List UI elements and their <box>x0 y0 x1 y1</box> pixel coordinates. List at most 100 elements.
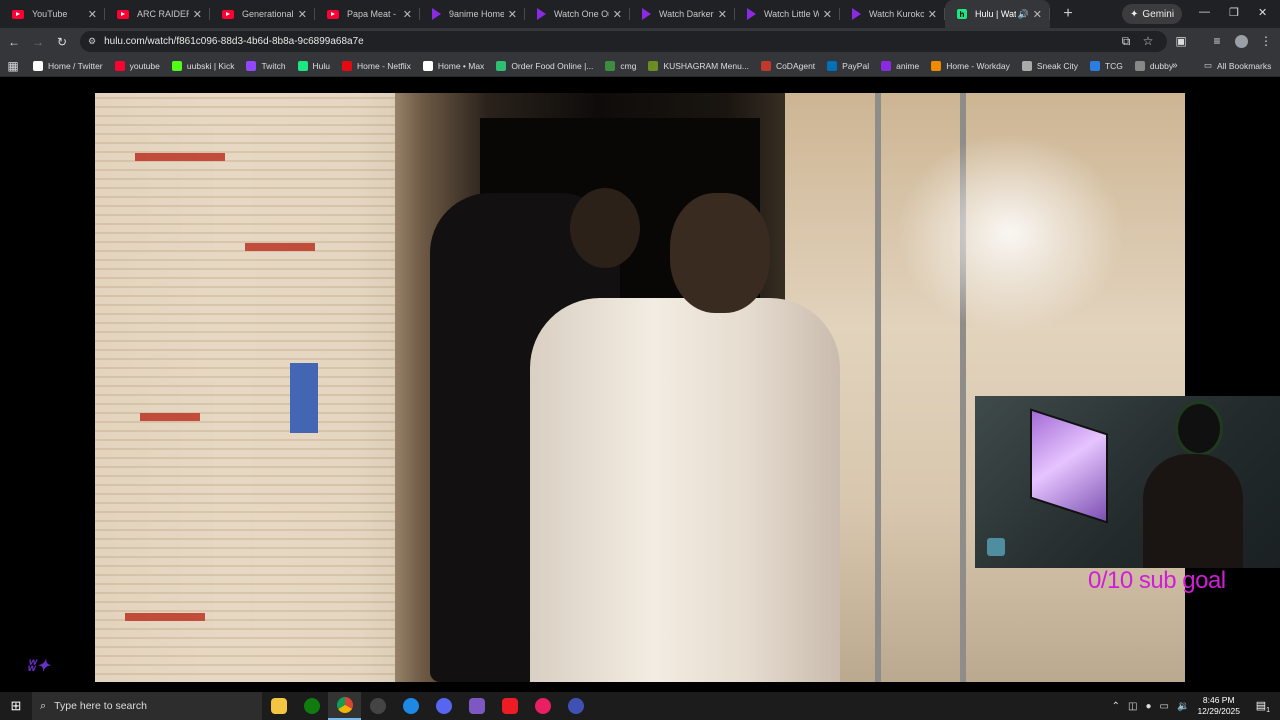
tab-4[interactable]: 9anime Homepa ✕ <box>420 0 525 28</box>
forward-icon[interactable]: → <box>26 35 50 49</box>
gemini-button[interactable]: ✦ Gemini <box>1122 4 1183 24</box>
bookmark-item[interactable]: Sneak City <box>1021 60 1078 71</box>
tab-5[interactable]: Watch One Outs ✕ <box>525 0 630 28</box>
bookmark-label: TCG <box>1104 60 1123 71</box>
bookmark-star-icon[interactable]: ☆ <box>1136 34 1160 48</box>
close-tab-icon[interactable]: ✕ <box>1033 8 1042 21</box>
restore-icon[interactable]: ❐ <box>1229 6 1239 19</box>
cast-icon[interactable]: ⧉ <box>1114 34 1138 49</box>
close-tab-icon[interactable]: ✕ <box>823 8 832 21</box>
youtube-icon <box>222 9 234 19</box>
bookmark-label: uubski | Kick <box>186 60 235 71</box>
close-tab-icon[interactable]: ✕ <box>403 8 412 21</box>
tab-0[interactable]: YouTube ✕ <box>0 0 105 28</box>
bookmark-item[interactable]: PayPal <box>827 60 869 71</box>
bookmark-label: cmg <box>620 60 637 71</box>
amd-icon[interactable] <box>493 692 526 720</box>
chevron-up-icon[interactable]: ⌃ <box>1112 701 1120 712</box>
windows-taskbar: ⊞ ⌕ Type here to search ⌃ ◫ ● ▭ 🔉 8:46 P… <box>0 692 1280 720</box>
media-player-icon[interactable] <box>526 692 559 720</box>
more-bookmarks-icon[interactable]: » <box>1172 60 1178 71</box>
bookmark-item[interactable]: TCG <box>1089 60 1123 71</box>
apps-grid-icon[interactable]: ▦ <box>1 59 25 73</box>
bookmark-item[interactable]: uubski | Kick <box>171 60 235 71</box>
tab-7[interactable]: Watch Little Wi ✕ <box>735 0 840 28</box>
app-blue-icon[interactable] <box>394 692 427 720</box>
play-icon <box>537 8 546 20</box>
media-control-icon[interactable]: ≡ <box>1205 34 1229 48</box>
app-globe-icon[interactable] <box>559 692 592 720</box>
bookmark-item[interactable]: Home - Netflix <box>342 60 411 71</box>
new-tab-button[interactable]: + <box>1056 5 1080 23</box>
tab-title: Watch Darker th <box>659 9 714 19</box>
back-icon[interactable]: ← <box>2 35 26 49</box>
close-tab-icon[interactable]: ✕ <box>928 8 937 21</box>
bookmark-item[interactable]: anime <box>881 60 919 71</box>
tab-8[interactable]: Watch Kuroko's ✕ <box>840 0 945 28</box>
taskbar-search[interactable]: ⌕ Type here to search <box>32 692 262 720</box>
site-info-icon[interactable]: ⚙ <box>88 36 96 47</box>
notifications-icon[interactable]: ▤1 <box>1256 699 1270 714</box>
close-window-icon[interactable]: ✕ <box>1258 6 1267 19</box>
clock[interactable]: 8:46 PM 12/29/2025 <box>1197 695 1240 717</box>
hulu-player[interactable] <box>0 78 1280 692</box>
bookmark-item[interactable]: dubby <box>1134 60 1173 71</box>
address-bar[interactable]: ⚙ hulu.com/watch/f861c096-88d3-4b6d-8b8a… <box>80 31 1167 52</box>
video-frame[interactable] <box>95 93 1185 682</box>
minimize-icon[interactable]: — <box>1199 6 1210 18</box>
bookmark-favicon-icon <box>1089 60 1100 71</box>
bookmark-item[interactable]: cmg <box>605 60 637 71</box>
notifications-count: 1 <box>1266 707 1270 715</box>
chrome-icon[interactable] <box>328 692 361 720</box>
bookmark-item[interactable]: Home • Max <box>422 60 484 71</box>
close-tab-icon[interactable]: ✕ <box>193 8 202 21</box>
bookmark-item[interactable]: youtube <box>114 60 160 71</box>
close-tab-icon[interactable]: ✕ <box>718 8 727 21</box>
chatgpt-icon[interactable] <box>361 692 394 720</box>
volume-icon[interactable]: 🔉 <box>1177 701 1189 712</box>
reload-icon[interactable]: ↻ <box>50 35 74 49</box>
tab-1[interactable]: ARC RAIDERS IS ✕ <box>105 0 210 28</box>
tab-9[interactable]: h Hulu | Watch🔊 ✕ <box>945 0 1050 28</box>
bookmark-favicon-icon <box>114 60 125 71</box>
side-panel-icon[interactable]: ▣ <box>1169 34 1193 48</box>
tab-title: 9anime Homepa <box>449 9 504 19</box>
bookmark-favicon-icon <box>297 60 308 71</box>
gamepad-icon[interactable] <box>460 692 493 720</box>
microphone-icon[interactable]: ● <box>1146 701 1152 712</box>
bookmark-favicon-icon <box>246 60 257 71</box>
bookmark-favicon-icon <box>827 60 838 71</box>
bookmark-item[interactable]: Hulu <box>297 60 331 71</box>
bookmark-item[interactable]: Home - Workday <box>931 60 1010 71</box>
bookmark-label: Hulu <box>312 60 331 71</box>
tab-3[interactable]: Papa Meat - Yo ✕ <box>315 0 420 28</box>
bookmark-item[interactable]: Order Food Online |... <box>496 60 593 71</box>
youtube-icon <box>327 9 339 19</box>
bookmark-favicon-icon <box>605 60 616 71</box>
bookmark-item[interactable]: Twitch <box>246 60 286 71</box>
clock-date: 12/29/2025 <box>1197 706 1240 716</box>
windows-start-icon[interactable]: ⊞ <box>0 698 32 714</box>
tab-2[interactable]: Generational Sc ✕ <box>210 0 315 28</box>
close-tab-icon[interactable]: ✕ <box>88 8 97 21</box>
profile-avatar[interactable] <box>1235 35 1248 48</box>
all-bookmarks-button[interactable]: ▭ All Bookmarks <box>1204 60 1271 71</box>
bookmark-item[interactable]: CoDAgent <box>760 60 815 71</box>
audio-playing-icon[interactable]: 🔊 <box>1018 9 1029 20</box>
streamer-logo: ʬ✦ <box>28 658 50 675</box>
bookmark-item[interactable]: KUSHAGRAM Menu... <box>648 60 749 71</box>
file-explorer-icon[interactable] <box>262 692 295 720</box>
bookmark-favicon-icon <box>171 60 182 71</box>
gemini-label: Gemini <box>1142 8 1175 20</box>
display-icon[interactable]: ▭ <box>1160 701 1169 712</box>
xbox-icon[interactable] <box>295 692 328 720</box>
close-tab-icon[interactable]: ✕ <box>298 8 307 21</box>
discord-icon[interactable] <box>427 692 460 720</box>
network-icon[interactable]: ◫ <box>1128 701 1137 712</box>
menu-icon[interactable]: ⋮ <box>1254 34 1278 48</box>
bookmark-item[interactable]: Home / Twitter <box>33 60 103 71</box>
close-tab-icon[interactable]: ✕ <box>508 8 517 21</box>
close-tab-icon[interactable]: ✕ <box>613 8 622 21</box>
tab-6[interactable]: Watch Darker th ✕ <box>630 0 735 28</box>
wall-posters <box>95 93 395 682</box>
